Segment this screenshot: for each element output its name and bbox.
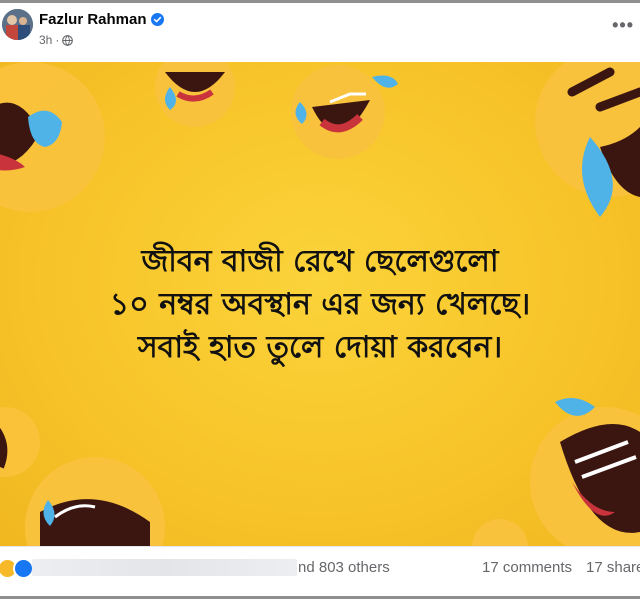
meta-separator: · — [55, 33, 60, 47]
post-footer: nd 803 others 17 comments 17 shares — [0, 546, 640, 596]
emoji-laughing-top-right — [535, 62, 640, 217]
reaction-icons[interactable] — [0, 558, 34, 579]
emoji-laughing-bottom-left — [0, 407, 165, 546]
comments-count[interactable]: 17 comments — [482, 559, 572, 576]
post-caption: জীবন বাজী রেখে ছেলেগুলো ১০ নম্বর অবস্থান… — [0, 240, 640, 369]
caption-line: ১০ নম্বর অবস্থান এর জন্য খেলছে। — [109, 287, 531, 322]
globe-icon — [62, 34, 74, 46]
avatar-image — [2, 9, 33, 40]
post-header: Fazlur Rahman 3h · ••• — [0, 3, 640, 62]
author-name[interactable]: Fazlur Rahman — [39, 11, 147, 28]
avatar[interactable] — [2, 9, 33, 40]
facebook-post: Fazlur Rahman 3h · ••• জীবন বাজী রেখে ছে… — [0, 3, 640, 596]
post-image[interactable]: জীবন বাজী রেখে ছেলেগুলো ১০ নম্বর অবস্থান… — [0, 62, 640, 546]
blurred-names — [32, 559, 297, 576]
shares-count[interactable]: 17 shares — [586, 559, 640, 576]
emoji-laughing-top-middle — [291, 65, 398, 159]
emoji-laughing-bottom-right — [472, 398, 640, 546]
verified-badge-icon — [150, 13, 164, 26]
more-options-icon[interactable]: ••• — [612, 15, 634, 36]
reaction-count[interactable]: nd 803 others — [298, 559, 390, 576]
caption-line: সবাই হাত তুলে দোয়া করবেন। — [137, 330, 503, 365]
caption-line: জীবন বাজী রেখে ছেলেগুলো — [141, 244, 499, 279]
emoji-laughing-top-center — [155, 62, 235, 127]
post-meta: 3h · — [39, 33, 74, 47]
author-row: Fazlur Rahman — [39, 11, 164, 28]
emoji-laughing-top-left — [0, 62, 105, 212]
like-reaction-icon — [13, 558, 34, 579]
post-time[interactable]: 3h — [39, 33, 52, 47]
